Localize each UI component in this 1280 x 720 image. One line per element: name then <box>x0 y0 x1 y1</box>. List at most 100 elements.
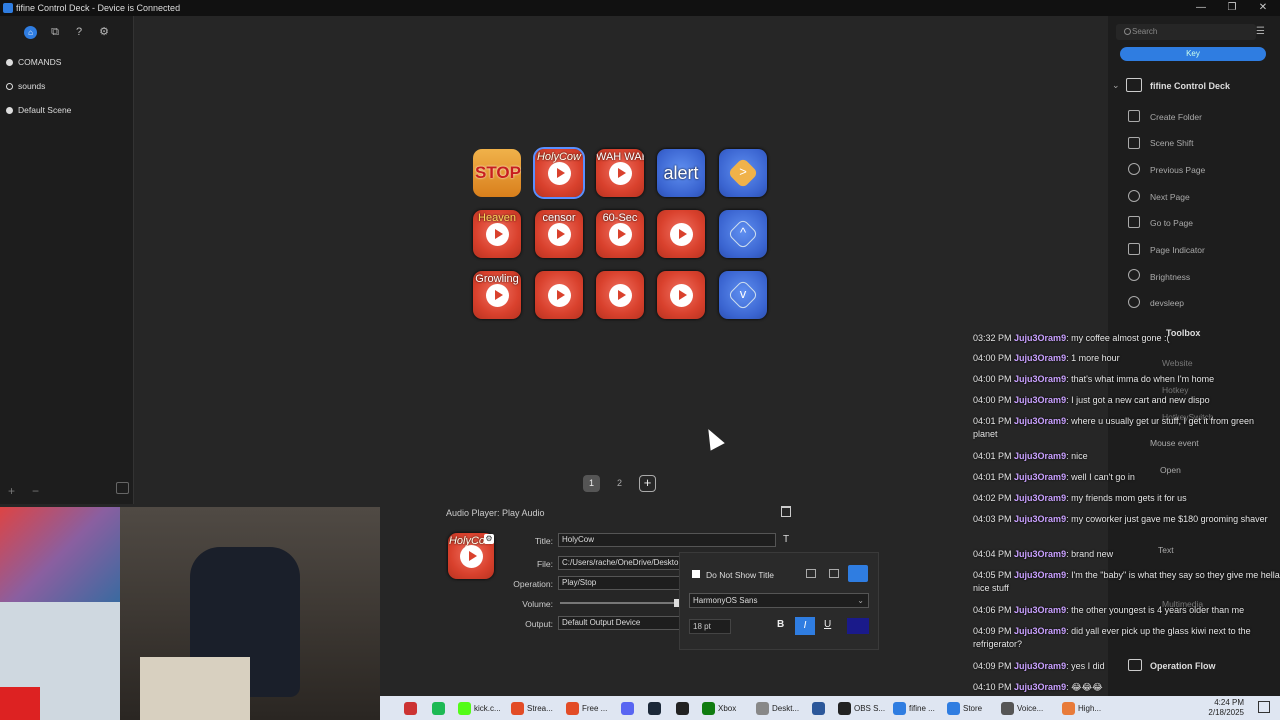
file-field[interactable]: C:/Users/rache/OneDrive/Deskto <box>558 556 680 570</box>
taskbar-high[interactable]: High... <box>1062 700 1101 716</box>
taskbar-chrome-stream[interactable]: Strea... <box>511 700 553 716</box>
item-scene-shift[interactable]: Scene Shift <box>1150 138 1193 148</box>
list-icon[interactable]: ☰ <box>1256 26 1265 37</box>
minimize-button[interactable]: — <box>1186 1 1216 15</box>
scene-item-default[interactable]: Default Scene <box>6 102 71 118</box>
title-field[interactable]: HolyCow <box>558 533 776 547</box>
mouse-cursor-icon <box>701 425 725 451</box>
scene-item-comands[interactable]: COMANDS <box>6 54 61 70</box>
go-to-page-icon <box>1128 216 1140 228</box>
align-middle-icon[interactable] <box>829 569 839 578</box>
taskbar-xbox[interactable]: Xbox <box>702 700 736 716</box>
font-size-stepper[interactable]: 18 pt <box>689 619 731 634</box>
taskbar-fifine[interactable]: fifine ... <box>893 700 935 716</box>
close-button[interactable]: ✕ <box>1248 1 1278 15</box>
store-icon <box>947 701 960 715</box>
search-input[interactable]: Search <box>1116 24 1256 40</box>
key-audio[interactable] <box>657 210 705 258</box>
taskbar-app[interactable] <box>404 700 420 716</box>
page-2-button[interactable]: 2 <box>611 475 628 492</box>
previous-page-icon <box>1128 163 1140 175</box>
key-censor[interactable]: censor <box>535 210 583 258</box>
chat-user: Juju3Oram9 <box>1014 451 1067 461</box>
remove-scene-button[interactable]: − <box>32 484 39 498</box>
taskbar-discord[interactable] <box>621 700 637 716</box>
taskbar-chrome-free[interactable]: Free ... <box>566 700 607 716</box>
key-60sec[interactable]: 60-Sec <box>596 210 644 258</box>
chat-time: 04:09 PM <box>973 661 1012 671</box>
item-go-to-page[interactable]: Go to Page <box>1150 218 1193 228</box>
taskbar-voice[interactable]: Voice... <box>1001 700 1043 716</box>
taskbar-label: Strea... <box>527 703 553 713</box>
item-previous-page[interactable]: Previous Page <box>1150 165 1205 175</box>
text-format-icon[interactable]: T <box>783 534 789 545</box>
taskbar-obs[interactable]: OBS S... <box>838 700 885 716</box>
help-icon[interactable]: ? <box>71 24 87 40</box>
taskbar-epic[interactable] <box>676 700 692 716</box>
maximize-button[interactable]: ❐ <box>1217 1 1247 15</box>
operation-select[interactable]: Play/Stop <box>558 576 680 590</box>
taskbar-steam[interactable] <box>648 700 664 716</box>
property-panel: Audio Player: Play Audio HolyCow ⚙ Title… <box>380 500 970 694</box>
app-icon <box>404 701 417 715</box>
copy-icon[interactable]: ⧉ <box>47 24 63 40</box>
align-bottom-icon[interactable] <box>848 565 868 582</box>
chat-text: : that's what imma do when I'm home <box>1066 374 1215 384</box>
key-previous-page[interactable]: ^ <box>719 210 767 258</box>
scene-item-sounds[interactable]: sounds <box>6 78 45 94</box>
font-select[interactable]: HarmonyOS Sans ⌄ <box>689 593 869 608</box>
key-wahwah[interactable]: WAH WAH <box>596 149 644 197</box>
taskbar-store[interactable]: Store <box>947 700 982 716</box>
key-growling[interactable]: Growling <box>473 271 521 319</box>
key-next-page[interactable]: > <box>719 149 767 197</box>
notification-icon[interactable] <box>1258 701 1270 713</box>
layout-icon[interactable] <box>116 482 129 494</box>
item-devsleep[interactable]: devsleep <box>1150 298 1184 308</box>
trash-icon[interactable] <box>781 506 791 517</box>
item-brightness[interactable]: Brightness <box>1150 272 1190 282</box>
key-heaven[interactable]: Heaven <box>473 210 521 258</box>
taskbar-desktop[interactable]: Deskt... <box>756 700 799 716</box>
section-fifine-control-deck[interactable]: fifine Control Deck <box>1150 81 1230 91</box>
radio-icon <box>6 82 13 90</box>
key-audio[interactable] <box>535 271 583 319</box>
key-page-down[interactable]: v <box>719 271 767 319</box>
text-color-swatch[interactable] <box>847 618 869 634</box>
page-1-button[interactable]: 1 <box>583 475 600 492</box>
italic-button[interactable]: I <box>795 617 815 635</box>
underline-button[interactable]: U <box>824 619 831 630</box>
item-page-indicator[interactable]: Page Indicator <box>1150 245 1205 255</box>
key-grid: STOP HolyCow WAH WAH alert > Heaven cens… <box>473 147 773 324</box>
taskbar-label: High... <box>1078 703 1102 713</box>
taskbar-kick[interactable]: kick.c... <box>458 700 501 716</box>
add-scene-button[interactable]: + <box>8 484 15 498</box>
hide-title-checkbox[interactable] <box>692 570 700 578</box>
volume-slider[interactable] <box>560 602 676 604</box>
key-stop[interactable]: STOP <box>473 149 521 197</box>
chevron-down-icon[interactable]: ⌄ <box>1112 80 1120 91</box>
chat-time: 04:00 PM <box>973 374 1012 384</box>
key-alert[interactable]: alert <box>657 149 705 197</box>
play-icon <box>609 162 632 185</box>
settings-icon[interactable]: ⚙ <box>96 24 112 40</box>
bold-button[interactable]: B <box>777 619 784 630</box>
chat-user: Juju3Oram9 <box>1014 493 1067 503</box>
scene-label: COMANDS <box>18 57 62 67</box>
app-logo-icon[interactable]: ⌂ <box>24 26 37 39</box>
item-create-folder[interactable]: Create Folder <box>1150 112 1202 122</box>
taskbar-spotify[interactable] <box>432 700 448 716</box>
add-page-button[interactable]: + <box>639 475 656 492</box>
key-tab[interactable]: Key <box>1120 47 1266 61</box>
system-clock[interactable]: 4:24 PM 2/18/2025 <box>1208 698 1244 718</box>
scene-label: Default Scene <box>18 105 72 115</box>
align-top-icon[interactable] <box>806 569 816 578</box>
key-audio[interactable] <box>657 271 705 319</box>
key-audio[interactable] <box>596 271 644 319</box>
key-holycow[interactable]: HolyCow <box>533 147 585 199</box>
chat-user: Juju3Oram9 <box>1014 374 1067 384</box>
taskbar-word[interactable] <box>812 700 828 716</box>
taskbar-label: fifine ... <box>909 703 935 713</box>
output-select[interactable]: Default Output Device <box>558 616 680 630</box>
item-next-page[interactable]: Next Page <box>1150 192 1190 202</box>
operation-label: Operation: <box>513 579 553 589</box>
